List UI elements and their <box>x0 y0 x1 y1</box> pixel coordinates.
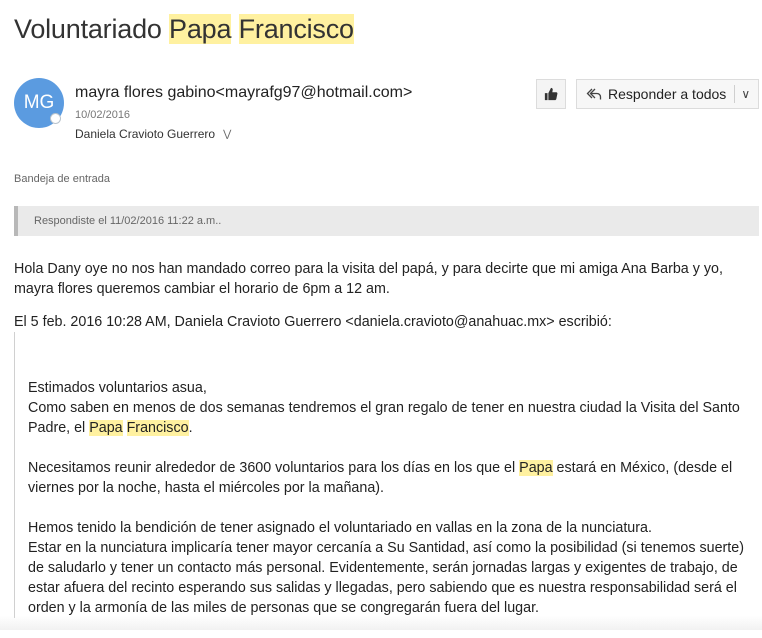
presence-status-icon <box>50 113 61 124</box>
sent-date: 10/02/2016 <box>75 109 131 121</box>
recipient-name: Daniela Cravioto Guerrero <box>75 127 216 141</box>
recipients-row[interactable]: Daniela Cravioto Guerrero ⋁ <box>75 127 231 141</box>
quote-header: El 5 feb. 2016 10:28 AM, Daniela Craviot… <box>14 314 612 330</box>
email-subject: Voluntariado Papa Francisco <box>14 14 354 45</box>
sender-name: mayra flores gabino <box>75 84 216 101</box>
thumbs-up-icon <box>544 87 558 101</box>
reply-all-button[interactable]: Responder a todos ∨ <box>576 79 759 109</box>
scroll-fade <box>0 616 762 630</box>
quote-paragraph: Hemos tenido la bendición de tener asign… <box>28 518 753 618</box>
folder-label: Bandeja de entrada <box>14 173 111 185</box>
replied-notice: Respondiste el 11/02/2016 11:22 a.m.. <box>14 206 759 236</box>
replied-notice-text: Respondiste el 11/02/2016 11:22 a.m.. <box>34 215 222 227</box>
quote-text: Estar en la nunciatura implicaría tener … <box>28 540 744 616</box>
quote-text: Estimados voluntarios asua, <box>28 380 207 396</box>
subject-space <box>231 14 238 44</box>
reply-all-icon <box>586 88 602 100</box>
quote-paragraph: Estimados voluntarios asua, Como saben e… <box>28 378 753 438</box>
search-highlight: Francisco <box>126 420 189 436</box>
expand-recipients-icon[interactable]: ⋁ <box>223 129 231 140</box>
message-body: Hola Dany oye no nos han mandado correo … <box>14 259 754 638</box>
sender[interactable]: mayra flores gabino<mayrafg97@hotmail.co… <box>75 84 412 102</box>
like-button[interactable] <box>536 79 566 109</box>
chevron-down-icon[interactable]: ∨ <box>741 87 750 101</box>
quote-text: . <box>188 420 193 436</box>
sender-email: <mayrafg97@hotmail.com> <box>215 84 413 101</box>
search-highlight: Papa <box>169 14 232 44</box>
quote-text: Hemos tenido la bendición de tener asign… <box>28 520 652 536</box>
search-highlight: Francisco <box>238 14 354 44</box>
search-highlight: Papa <box>519 460 553 476</box>
subject-text: Voluntariado <box>14 14 170 44</box>
reply-text: Hola Dany oye no nos han mandado correo … <box>14 261 723 297</box>
quoted-message: Estimados voluntarios asua, Como saben e… <box>14 332 753 618</box>
quote-paragraph: Necesitamos reunir alrededor de 3600 vol… <box>28 458 753 498</box>
quote-text: Necesitamos reunir alrededor de 3600 vol… <box>28 460 520 476</box>
divider <box>734 85 736 103</box>
avatar-initials: MG <box>23 92 55 113</box>
search-highlight: Papa <box>89 420 123 436</box>
reply-all-label: Responder a todos <box>608 86 727 102</box>
